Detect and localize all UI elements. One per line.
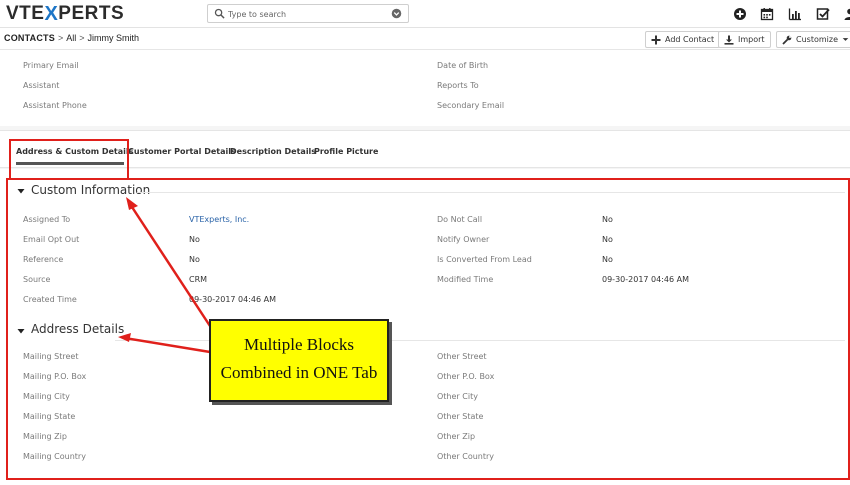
customize-button[interactable]: Customize bbox=[776, 31, 850, 48]
add-contact-label: Add Contact bbox=[665, 35, 715, 44]
logo-text-x: X bbox=[44, 2, 59, 25]
download-icon bbox=[724, 35, 734, 45]
breadcrumb-separator: > bbox=[79, 33, 85, 43]
top-navbar: VTE X PERTS bbox=[0, 0, 850, 28]
customize-label: Customize bbox=[796, 35, 838, 44]
breadcrumb-filter[interactable]: All bbox=[66, 33, 76, 43]
wrench-icon bbox=[782, 35, 792, 45]
logo-text-2: PERTS bbox=[58, 3, 125, 24]
search-input[interactable] bbox=[228, 7, 378, 21]
primary-email-label: Primary Email bbox=[23, 61, 79, 70]
logo-text-1: VTE bbox=[6, 3, 45, 24]
breadcrumb: CONTACTS > All > Jimmy Smith bbox=[4, 33, 139, 43]
callout-line-1: Multiple Blocks bbox=[243, 335, 355, 354]
callout-line-2: Combined in ONE Tab bbox=[220, 363, 378, 382]
breadcrumb-module[interactable]: CONTACTS bbox=[4, 33, 55, 43]
assistant-phone-label: Assistant Phone bbox=[23, 101, 87, 110]
add-contact-button[interactable]: Add Contact bbox=[645, 31, 721, 48]
company-logo[interactable]: VTE X PERTS bbox=[6, 3, 124, 25]
breadcrumb-separator: > bbox=[57, 33, 64, 43]
chart-icon[interactable] bbox=[788, 7, 802, 21]
search-icon bbox=[214, 8, 225, 19]
import-button[interactable]: Import bbox=[718, 31, 771, 48]
reports-to-label: Reports To bbox=[437, 81, 479, 90]
calendar-icon[interactable] bbox=[760, 7, 774, 21]
annotation-highlight-tab bbox=[9, 139, 129, 180]
user-icon[interactable] bbox=[843, 7, 850, 21]
checkbox-icon[interactable] bbox=[816, 7, 830, 21]
caret-down-icon bbox=[842, 38, 849, 41]
tab-customer-portal-details[interactable]: Customer Portal Details bbox=[128, 147, 236, 156]
assistant-label: Assistant bbox=[23, 81, 60, 90]
plus-icon bbox=[651, 35, 661, 44]
secondary-email-label: Secondary Email bbox=[437, 101, 505, 110]
global-search[interactable] bbox=[207, 4, 409, 23]
date-of-birth-label: Date of Birth bbox=[437, 61, 489, 70]
import-label: Import bbox=[738, 35, 765, 44]
plus-circle-icon[interactable] bbox=[733, 7, 747, 21]
breadcrumb-bar: CONTACTS > All > Jimmy Smith Add Contact Imp… bbox=[0, 28, 850, 50]
tab-profile-picture[interactable]: Profile Picture bbox=[314, 147, 378, 156]
breadcrumb-record: Jimmy Smith bbox=[87, 33, 139, 43]
tab-description-details[interactable]: Description Details bbox=[230, 147, 316, 156]
annotation-callout: Multiple Blocks Combined in ONE Tab bbox=[209, 319, 389, 402]
search-options-icon[interactable] bbox=[391, 8, 402, 19]
annotation-highlight-blocks bbox=[6, 178, 850, 480]
